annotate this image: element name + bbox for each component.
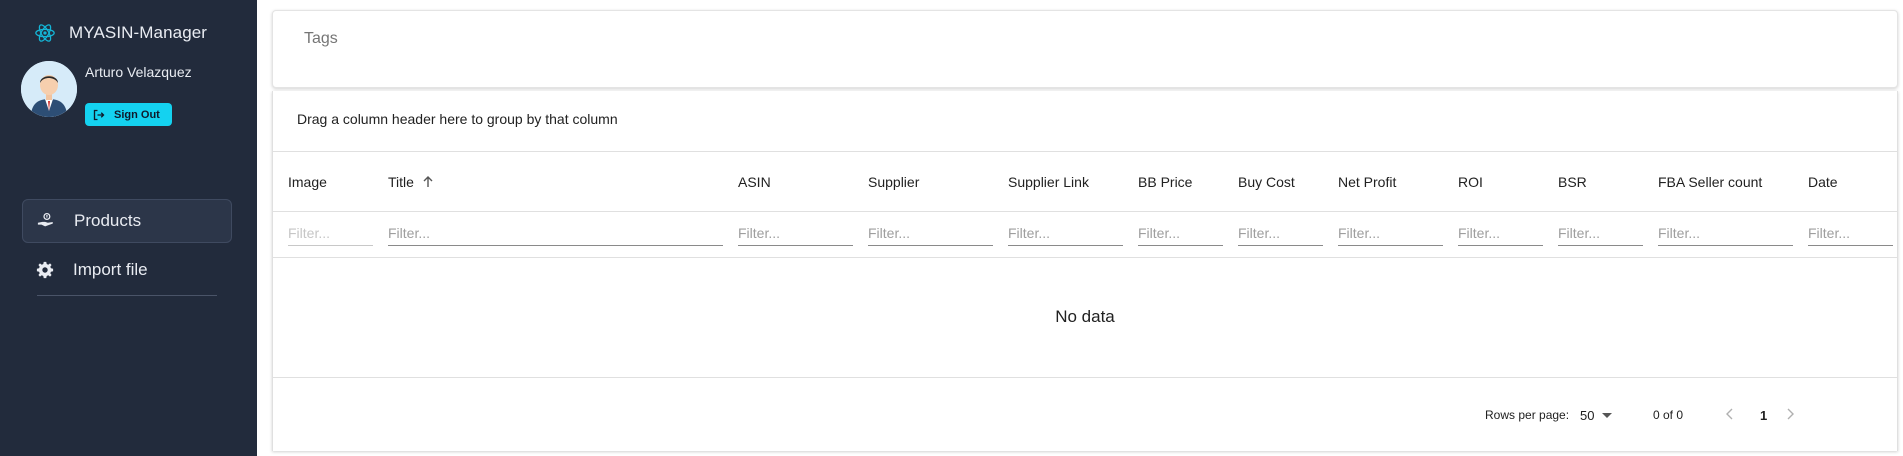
filter-input-supplier[interactable]: [868, 220, 993, 246]
column-header-image[interactable]: Image: [288, 174, 327, 190]
rows-per-page-select[interactable]: 50: [1580, 408, 1613, 423]
page-number-current[interactable]: 1: [1760, 408, 1767, 423]
sign-out-icon: [93, 109, 105, 120]
gear-icon: [36, 261, 54, 279]
group-panel[interactable]: Drag a column header here to group by th…: [273, 91, 1897, 152]
column-header-title[interactable]: Title: [388, 174, 436, 190]
filter-input-bsr[interactable]: [1558, 220, 1643, 246]
filter-input-date[interactable]: [1808, 220, 1893, 246]
main-content: Tags Drag a column header here to group …: [257, 0, 1903, 456]
no-data-message: No data: [1055, 307, 1115, 326]
column-header-buy-cost[interactable]: Buy Cost: [1238, 174, 1295, 190]
sign-out-label: Sign Out: [114, 108, 160, 121]
sign-out-button[interactable]: Sign Out: [85, 103, 172, 126]
column-header-bb-price[interactable]: BB Price: [1138, 174, 1192, 190]
filter-input-buy-cost[interactable]: [1238, 220, 1323, 246]
column-header-roi[interactable]: ROI: [1458, 174, 1483, 190]
pagination-bar: Rows per page: 50 0 of 0 1: [273, 377, 1897, 451]
filter-input-fba-seller-count[interactable]: [1658, 220, 1793, 246]
brand-name: MYASIN-Manager: [69, 23, 208, 42]
avatar: [21, 61, 77, 117]
chevron-left-icon: [1726, 408, 1733, 420]
previous-page-button[interactable]: [1721, 405, 1739, 423]
filter-input-net-profit[interactable]: [1338, 220, 1443, 246]
column-header-date[interactable]: Date: [1808, 174, 1838, 190]
user-avatar-icon: [21, 61, 77, 117]
column-header-supplier-link[interactable]: Supplier Link: [1008, 174, 1089, 190]
rows-per-page-value: 50: [1580, 408, 1595, 423]
sidebar-item-label: Import file: [73, 260, 148, 279]
product-hand-icon: [37, 212, 53, 227]
filter-input-asin[interactable]: [738, 220, 853, 246]
tags-panel[interactable]: Tags: [272, 10, 1898, 88]
user-name: Arturo Velazquez: [85, 64, 192, 80]
nav-divider: [37, 295, 217, 296]
rows-per-page-label: Rows per page:: [1485, 408, 1570, 422]
filter-input-bb-price[interactable]: [1138, 220, 1223, 246]
filter-input-title[interactable]: [388, 220, 723, 246]
column-header-bsr[interactable]: BSR: [1558, 174, 1587, 190]
column-header-net-profit[interactable]: Net Profit: [1338, 174, 1396, 190]
chevron-down-icon: [1602, 413, 1613, 418]
next-page-button[interactable]: [1781, 405, 1799, 423]
table-header-row: Image Title ASIN Supplier Supplier Link …: [273, 152, 1897, 212]
sidebar-item-products[interactable]: Products: [22, 199, 232, 243]
column-header-supplier[interactable]: Supplier: [868, 174, 919, 190]
react-logo-icon: [35, 24, 55, 42]
sort-ascending-icon: [423, 176, 433, 187]
sidebar: MYASIN-Manager Arturo Velazquez Sign Out…: [0, 0, 257, 456]
filter-row: [273, 212, 1897, 258]
sidebar-item-import-file[interactable]: Import file: [22, 248, 232, 292]
data-grid: Drag a column header here to group by th…: [272, 91, 1898, 451]
sidebar-item-label: Products: [74, 211, 142, 230]
page-info: 0 of 0: [1653, 408, 1684, 422]
column-header-asin[interactable]: ASIN: [738, 174, 771, 190]
filter-input-supplier-link[interactable]: [1008, 220, 1123, 246]
tags-label: Tags: [304, 30, 338, 47]
filter-input-roi[interactable]: [1458, 220, 1543, 246]
column-header-fba-seller-count[interactable]: FBA Seller count: [1658, 174, 1762, 190]
chevron-right-icon: [1787, 408, 1794, 420]
filter-input-image: [288, 220, 373, 246]
brand[interactable]: MYASIN-Manager: [34, 22, 207, 44]
group-panel-text: Drag a column header here to group by th…: [297, 111, 618, 127]
